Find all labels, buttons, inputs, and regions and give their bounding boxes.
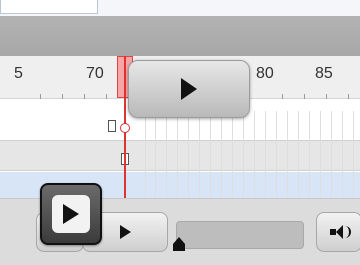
ruler-tick xyxy=(282,94,283,99)
frame-gridline xyxy=(331,111,332,206)
ruler-label: 5 xyxy=(14,65,23,82)
frame-gridline xyxy=(210,111,211,206)
frame-gridline xyxy=(232,111,233,206)
timeline-header xyxy=(0,16,360,56)
frame-gridline xyxy=(276,111,277,206)
frame-gridline xyxy=(254,111,255,206)
playhead-dot xyxy=(120,123,130,133)
ruler-tick xyxy=(62,94,63,99)
frame-gridline xyxy=(199,111,200,206)
frame-gridline xyxy=(177,111,178,206)
frame-gridline xyxy=(320,111,321,206)
frame-gridline xyxy=(298,111,299,206)
seek-knob-tip xyxy=(173,237,185,244)
sound-button[interactable] xyxy=(316,212,360,252)
play-icon xyxy=(119,225,131,239)
ruler-label: 70 xyxy=(86,65,104,82)
frame-gridline xyxy=(188,111,189,206)
frame-gridline xyxy=(155,111,156,206)
ruler-tick xyxy=(106,94,107,99)
ruler-tick xyxy=(304,94,305,99)
ruler-label: 80 xyxy=(256,65,274,82)
seek-slider[interactable] xyxy=(176,221,304,249)
seek-knob-body xyxy=(173,244,185,251)
frame-gridline xyxy=(265,111,266,206)
frame-gridline xyxy=(309,111,310,206)
ruler-label: 85 xyxy=(315,65,333,82)
ruler-tick xyxy=(326,94,327,99)
play-overlay-button[interactable] xyxy=(128,60,250,118)
speaker-icon xyxy=(330,225,351,239)
ruler-tick xyxy=(348,94,349,99)
frame-gridline xyxy=(353,111,354,206)
top-tab[interactable] xyxy=(0,0,98,14)
play-icon xyxy=(63,204,79,224)
frame-gridline xyxy=(145,111,146,206)
seek-knob[interactable] xyxy=(173,237,185,251)
frame-gridline xyxy=(287,111,288,206)
timeline-layer-row[interactable] xyxy=(0,141,360,171)
play-icon xyxy=(181,78,197,100)
ruler-tick xyxy=(40,94,41,99)
frame-gridline xyxy=(221,111,222,206)
frame-gridline xyxy=(166,111,167,206)
keyframe-marker[interactable] xyxy=(108,120,116,132)
frame-gridline xyxy=(342,111,343,206)
ruler-tick xyxy=(84,94,85,99)
play-tile-overlay[interactable] xyxy=(40,183,102,245)
frame-gridline xyxy=(243,111,244,206)
play-tile-inner xyxy=(52,195,90,233)
